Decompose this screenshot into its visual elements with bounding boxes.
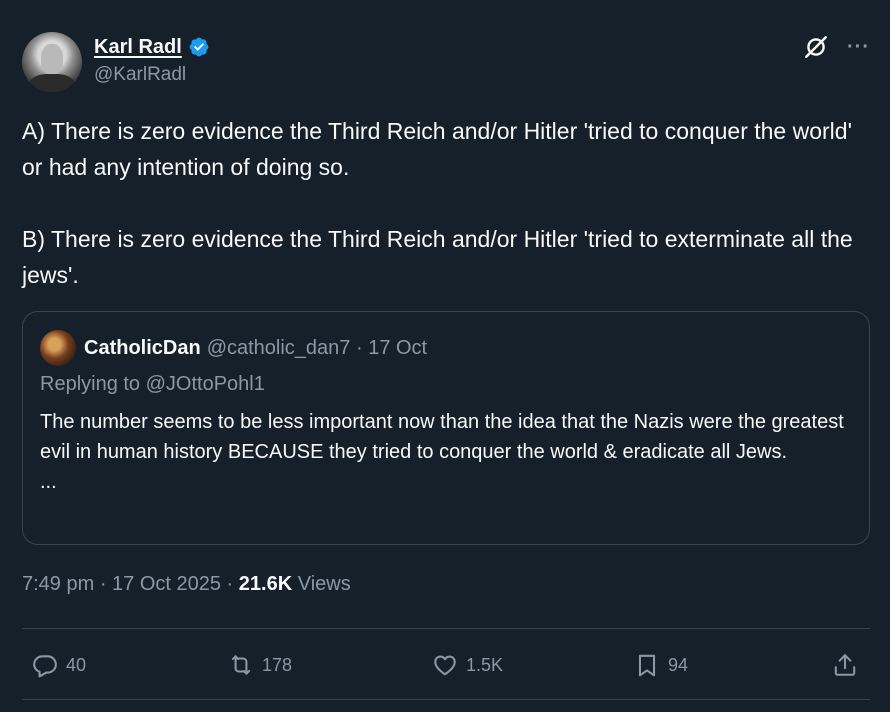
- divider-top: [22, 628, 870, 629]
- quoted-author-avatar[interactable]: [40, 330, 76, 366]
- quoted-author-handle-date: @catholic_dan7 · 17 Oct: [206, 336, 428, 359]
- author-handle[interactable]: @KarlRadl: [94, 64, 186, 86]
- quoted-author-name[interactable]: CatholicDan: [84, 337, 201, 360]
- tweet-paragraph-b: B) There is zero evidence the Third Reic…: [22, 226, 853, 288]
- top-actions: ···: [803, 34, 870, 60]
- verified-badge-icon: [189, 37, 209, 57]
- tweet-timestamp[interactable]: 7:49 pm · 17 Oct 2025 ·: [22, 573, 239, 595]
- views-label: Views: [292, 573, 351, 595]
- share-icon: [834, 654, 856, 676]
- reply-button[interactable]: 40: [32, 643, 86, 687]
- grok-icon[interactable]: [803, 34, 829, 60]
- reply-count: 40: [66, 654, 87, 675]
- avatar-face: [41, 44, 63, 74]
- quoted-tweet-header: CatholicDan @catholic_dan7 · 17 Oct: [84, 334, 427, 362]
- reply-icon: [33, 655, 57, 678]
- avatar-coat: [28, 74, 76, 92]
- retweet-button[interactable]: 178: [228, 643, 292, 687]
- more-icon[interactable]: ···: [847, 37, 870, 57]
- action-bar: 40 178 1.5K 94: [22, 643, 870, 687]
- like-icon: [434, 655, 456, 676]
- share-button[interactable]: [832, 643, 858, 687]
- quoted-text-ellipsis: ...: [40, 471, 57, 493]
- quoted-tweet-text: The number seems to be less important no…: [40, 407, 860, 497]
- retweet-icon: [231, 655, 251, 675]
- tweet-text: A) There is zero evidence the Third Reic…: [22, 113, 862, 293]
- quoted-text-body: The number seems to be less important no…: [40, 411, 844, 463]
- bookmark-icon: [638, 654, 656, 677]
- quoted-replying-to: Replying to @JOttoPohl1: [40, 373, 265, 395]
- retweet-count: 178: [262, 654, 293, 675]
- author-avatar[interactable]: [22, 32, 82, 92]
- like-count: 1.5K: [466, 654, 504, 675]
- bookmark-count: 94: [668, 654, 689, 675]
- like-button[interactable]: 1.5K: [432, 643, 503, 687]
- author-name[interactable]: Karl Radl: [94, 36, 182, 59]
- tweet-meta: 7:49 pm · 17 Oct 2025 · 21.6K Views: [22, 573, 351, 596]
- views-count: 21.6K: [238, 573, 293, 595]
- bookmark-button[interactable]: 94: [634, 643, 688, 687]
- tweet-paragraph-a: A) There is zero evidence the Third Reic…: [22, 118, 852, 180]
- author-name-row: Karl Radl: [94, 33, 210, 61]
- divider-bottom: [22, 699, 870, 700]
